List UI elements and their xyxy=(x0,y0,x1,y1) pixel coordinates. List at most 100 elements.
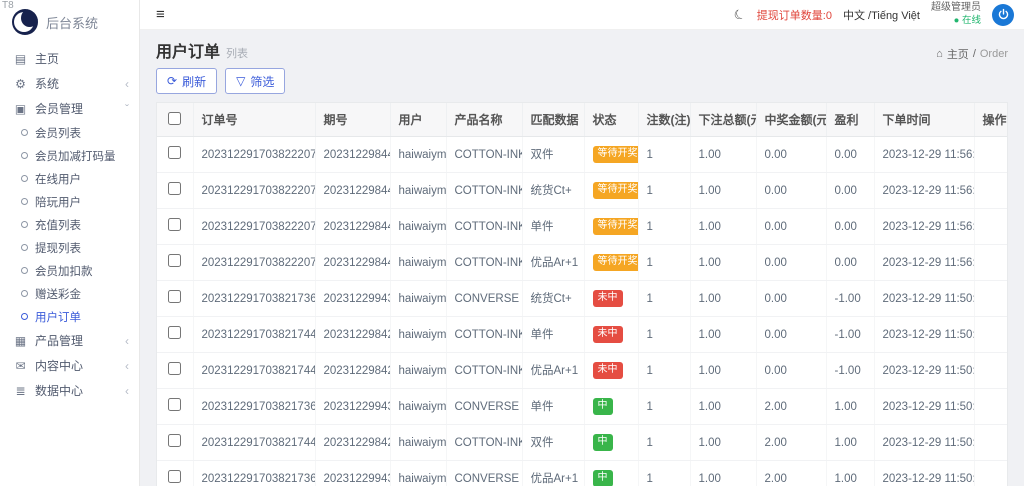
cell-order-no: 202312291703821744 xyxy=(193,353,315,389)
cell-total: 1.00 xyxy=(690,353,756,389)
admin-info[interactable]: 超级管理员 ● 在线 xyxy=(931,2,981,26)
row-checkbox-cell xyxy=(157,281,193,317)
refresh-button[interactable]: ⟳ 刷新 xyxy=(156,68,217,94)
cell-bets: 1 xyxy=(638,137,690,173)
cell-profit: 0.00 xyxy=(826,173,874,209)
cell-status: 中 xyxy=(584,389,638,425)
cell-win-amount: 0.00 xyxy=(756,245,826,281)
row-checkbox[interactable] xyxy=(168,470,181,483)
cell-order-no: 202312291703821736 xyxy=(193,281,315,317)
sidebar-subitem[interactable]: 提现列表 xyxy=(0,236,139,259)
table-row: 20231229170382173620231229943haiwaiymCON… xyxy=(157,281,1007,317)
online-dot-icon: ● xyxy=(954,15,960,26)
sidebar-item-label: 产品管理 xyxy=(35,332,83,349)
sidebar-subitem[interactable]: 陪玩用户 xyxy=(0,190,139,213)
row-checkbox-cell xyxy=(157,461,193,486)
menu-icon[interactable]: ≡ xyxy=(150,6,171,23)
cell-bets: 1 xyxy=(638,425,690,461)
sidebar-item-home[interactable]: ▤主页 xyxy=(0,46,139,71)
online-status: ● 在线 xyxy=(931,15,981,27)
cell-product: COTTON-INK xyxy=(446,173,522,209)
logo[interactable]: 后台系统 xyxy=(0,0,139,44)
cell-profit: 1.00 xyxy=(826,461,874,486)
cell-actions xyxy=(974,353,1007,389)
table-header-row: 订单号期号用户产品名称匹配数据状态注数(注)下注总额(元)中奖金额(元)盈利下单… xyxy=(157,103,1007,137)
cell-bets: 1 xyxy=(638,281,690,317)
cell-time: 2023-12-29 11:50:03 xyxy=(874,389,974,425)
cell-status: 等待开奖 xyxy=(584,245,638,281)
cell-period: 20231229844 xyxy=(315,209,390,245)
cell-bets: 1 xyxy=(638,173,690,209)
sidebar-item-label: 系统 xyxy=(35,75,59,92)
row-checkbox[interactable] xyxy=(168,290,181,303)
cell-win-amount: 2.00 xyxy=(756,389,826,425)
column-header: 注数(注) xyxy=(638,103,690,137)
sidebar-subitem[interactable]: 会员列表 xyxy=(0,121,139,144)
column-header: 匹配数据 xyxy=(522,103,584,137)
cell-product: CONVERSE xyxy=(446,281,522,317)
cell-total: 1.00 xyxy=(690,461,756,486)
cell-product: CONVERSE xyxy=(446,389,522,425)
sidebar-subitem[interactable]: 赠送彩金 xyxy=(0,282,139,305)
table-row: 20231229170382220720231229844haiwaiymCOT… xyxy=(157,245,1007,281)
withdraw-orders-notice[interactable]: 提现订单数量:0 xyxy=(757,7,832,23)
row-checkbox[interactable] xyxy=(168,254,181,267)
language-switcher[interactable]: 中文 /Tiếng Việt xyxy=(843,7,920,23)
cell-status: 未中 xyxy=(584,353,638,389)
toolbar: ⟳ 刷新 ▽ 筛选 xyxy=(156,68,1008,94)
row-checkbox[interactable] xyxy=(168,434,181,447)
cell-period: 20231229844 xyxy=(315,137,390,173)
row-checkbox[interactable] xyxy=(168,398,181,411)
sidebar-item-system[interactable]: ⚙系统‹ xyxy=(0,71,139,96)
cell-status: 未中 xyxy=(584,281,638,317)
status-badge: 未中 xyxy=(593,290,623,307)
column-header: 盈利 xyxy=(826,103,874,137)
topbar: ≡ ☾ 提现订单数量:0 中文 /Tiếng Việt 超级管理员 ● 在线 xyxy=(140,0,1024,30)
sidebar-subitem[interactable]: 用户订单 xyxy=(0,305,139,328)
sidebar-item-members[interactable]: ▣会员管理ˇ xyxy=(0,96,139,121)
sidebar-subitem-label: 陪玩用户 xyxy=(35,194,81,210)
row-checkbox[interactable] xyxy=(168,182,181,195)
filter-button[interactable]: ▽ 筛选 xyxy=(225,68,285,94)
row-checkbox[interactable] xyxy=(168,218,181,231)
breadcrumb-home[interactable]: 主页 xyxy=(947,46,969,62)
cell-profit: 0.00 xyxy=(826,245,874,281)
row-checkbox[interactable] xyxy=(168,146,181,159)
sidebar-subitem[interactable]: 会员加扣款 xyxy=(0,259,139,282)
circle-bullet-icon xyxy=(21,221,28,228)
cell-period: 20231229842 xyxy=(315,425,390,461)
sidebar: 后台系统 ▤主页⚙系统‹▣会员管理ˇ会员列表会员加减打码量在线用户陪玩用户充值列… xyxy=(0,0,140,486)
logout-power-button[interactable] xyxy=(992,4,1014,26)
row-checkbox[interactable] xyxy=(168,326,181,339)
sidebar-subitem[interactable]: 充值列表 xyxy=(0,213,139,236)
cell-match: 统货Ct+ xyxy=(522,173,584,209)
cell-period: 20231229842 xyxy=(315,353,390,389)
cell-product: COTTON-INK xyxy=(446,425,522,461)
cell-profit: 0.00 xyxy=(826,137,874,173)
sidebar-item-products[interactable]: ▦产品管理‹ xyxy=(0,328,139,353)
admin-role-label: 超级管理员 xyxy=(931,2,981,15)
row-checkbox[interactable] xyxy=(168,362,181,375)
sidebar-item-content[interactable]: ✉内容中心‹ xyxy=(0,353,139,378)
cell-order-no: 202312291703821736 xyxy=(193,461,315,486)
circle-bullet-icon xyxy=(21,267,28,274)
status-badge: 中 xyxy=(593,470,613,486)
row-checkbox-cell xyxy=(157,353,193,389)
status-badge: 中 xyxy=(593,434,613,451)
dark-mode-icon[interactable]: ☾ xyxy=(731,5,748,24)
column-header: 产品名称 xyxy=(446,103,522,137)
cell-actions xyxy=(974,173,1007,209)
sidebar-subitem[interactable]: 会员加减打码量 xyxy=(0,144,139,167)
breadcrumb-separator: / xyxy=(973,48,976,60)
sidebar-subitem[interactable]: 在线用户 xyxy=(0,167,139,190)
table-row: 20231229170382173620231229943haiwaiymCON… xyxy=(157,461,1007,486)
row-checkbox-cell xyxy=(157,425,193,461)
cell-match: 单件 xyxy=(522,317,584,353)
select-all-checkbox[interactable] xyxy=(168,112,181,125)
cell-win-amount: 2.00 xyxy=(756,425,826,461)
sidebar-item-data[interactable]: ≣数据中心‹ xyxy=(0,378,139,403)
cell-bets: 1 xyxy=(638,245,690,281)
cell-actions xyxy=(974,425,1007,461)
sidebar-item-label: 数据中心 xyxy=(35,382,83,399)
cell-order-no: 202312291703822207 xyxy=(193,245,315,281)
